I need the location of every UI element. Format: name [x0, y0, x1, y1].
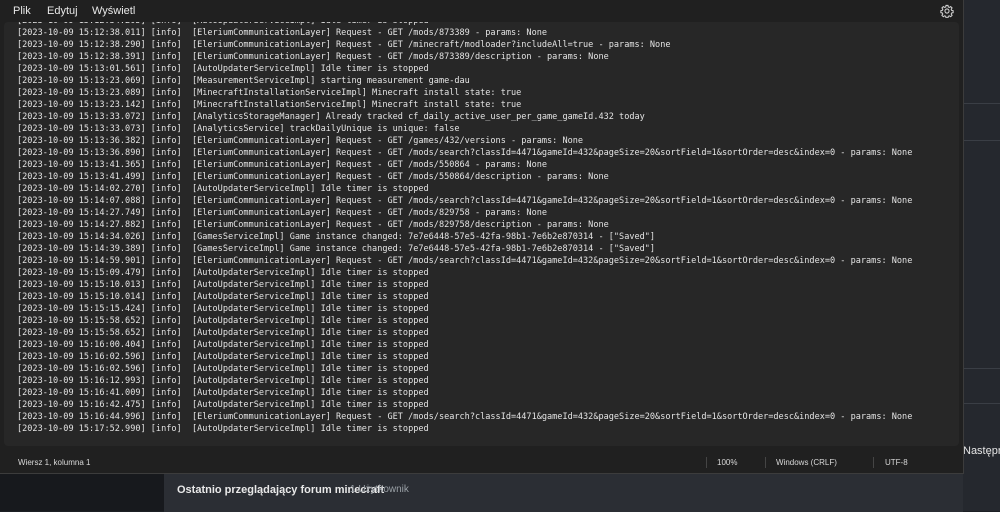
log-line: [2023-10-09 15:15:10.013] [info] [AutoUp… — [17, 280, 429, 290]
log-line: [2023-10-09 15:16:42.475] [info] [AutoUp… — [17, 400, 429, 410]
log-line: [2023-10-09 15:16:12.993] [info] [AutoUp… — [17, 376, 429, 386]
log-line: [2023-10-09 15:17:52.990] [info] [AutoUp… — [17, 424, 429, 434]
status-separator — [765, 457, 766, 468]
status-bar: Wiersz 1, kolumna 1 100% Windows (CRLF) … — [0, 452, 963, 473]
log-line: [2023-10-09 15:13:23.142] [info] [Minecr… — [17, 100, 522, 110]
status-separator — [873, 457, 874, 468]
menu-edit[interactable]: Edytuj — [45, 3, 80, 19]
log-line: [2023-10-09 15:12:38.011] [info] [Eleriu… — [17, 28, 548, 38]
log-line: [2023-10-09 15:13:23.089] [info] [Minecr… — [17, 88, 522, 98]
log-line: [2023-10-09 15:15:15.424] [info] [AutoUp… — [17, 304, 429, 314]
zoom-level[interactable]: 100% — [717, 452, 737, 473]
log-line: [2023-10-09 15:15:10.014] [info] [AutoUp… — [17, 292, 429, 302]
status-separator — [706, 457, 707, 468]
log-line: [2023-10-09 15:13:36.382] [info] [Eleriu… — [17, 136, 584, 146]
gear-icon[interactable] — [940, 4, 954, 18]
next-page-button[interactable]: Następny — [963, 441, 1000, 461]
line-ending[interactable]: Windows (CRLF) — [776, 452, 837, 473]
divider — [963, 103, 1000, 104]
notepad-window: Plik Edytuj Wyświetl [2023-10-09 15:12:3… — [0, 0, 964, 474]
log-line: [2023-10-09 15:16:41.009] [info] [AutoUp… — [17, 388, 429, 398]
log-line: [2023-10-09 15:12:38.290] [info] [Eleriu… — [17, 40, 671, 50]
log-line: [2023-10-09 15:15:58.652] [info] [AutoUp… — [17, 328, 429, 338]
log-line: [2023-10-09 15:14:59.901] [info] [Eleriu… — [17, 256, 913, 266]
divider — [963, 140, 1000, 141]
log-content: [2023-10-09 15:12:34.205] [info] [AutoUp… — [17, 22, 912, 435]
divider — [963, 403, 1000, 404]
log-line: [2023-10-09 15:13:33.073] [info] [Analyt… — [17, 124, 460, 134]
log-line: [2023-10-09 15:13:36.890] [info] [Eleriu… — [17, 148, 913, 158]
log-line: [2023-10-09 15:15:09.479] [info] [AutoUp… — [17, 268, 429, 278]
log-line: [2023-10-09 15:16:44.996] [info] [Eleriu… — [17, 412, 913, 422]
background-app-panel — [963, 0, 1000, 511]
log-line: [2023-10-09 15:14:39.389] [info] [GamesS… — [17, 244, 656, 254]
log-line: [2023-10-09 15:13:41.365] [info] [Eleriu… — [17, 160, 548, 170]
forum-viewers-count[interactable]: 1 Użytkownik — [350, 484, 409, 495]
log-line: [2023-10-09 15:14:27.882] [info] [Eleriu… — [17, 220, 609, 230]
log-line: [2023-10-09 15:14:27.749] [info] [Eleriu… — [17, 208, 548, 218]
encoding[interactable]: UTF-8 — [885, 452, 908, 473]
cursor-position: Wiersz 1, kolumna 1 — [18, 458, 91, 467]
log-line: [2023-10-09 15:12:38.391] [info] [Eleriu… — [17, 52, 609, 62]
forum-viewers-bar: Ostatnio przeglądający forum minecraft 1… — [164, 472, 963, 512]
text-editor[interactable]: [2023-10-09 15:12:34.205] [info] [AutoUp… — [4, 22, 959, 446]
background-left-strip — [0, 472, 164, 511]
log-line: [2023-10-09 15:16:02.596] [info] [AutoUp… — [17, 352, 429, 362]
divider — [963, 368, 1000, 369]
log-line: [2023-10-09 15:14:07.088] [info] [Eleriu… — [17, 196, 913, 206]
log-line: [2023-10-09 15:13:33.072] [info] [Analyt… — [17, 112, 645, 122]
log-line: [2023-10-09 15:14:02.270] [info] [AutoUp… — [17, 184, 429, 194]
log-line: [2023-10-09 15:13:01.561] [info] [AutoUp… — [17, 64, 429, 74]
log-line: [2023-10-09 15:13:41.499] [info] [Eleriu… — [17, 172, 609, 182]
log-line: [2023-10-09 15:14:34.026] [info] [GamesS… — [17, 232, 656, 242]
menu-bar: Plik Edytuj Wyświetl — [0, 0, 963, 22]
log-line: [2023-10-09 15:13:23.069] [info] [Measur… — [17, 76, 470, 86]
log-line: [2023-10-09 15:16:02.596] [info] [AutoUp… — [17, 364, 429, 374]
menu-file[interactable]: Plik — [11, 3, 33, 19]
log-line: [2023-10-09 15:15:58.652] [info] [AutoUp… — [17, 316, 429, 326]
menu-view[interactable]: Wyświetl — [90, 3, 137, 19]
log-line: [2023-10-09 15:16:00.404] [info] [AutoUp… — [17, 340, 429, 350]
